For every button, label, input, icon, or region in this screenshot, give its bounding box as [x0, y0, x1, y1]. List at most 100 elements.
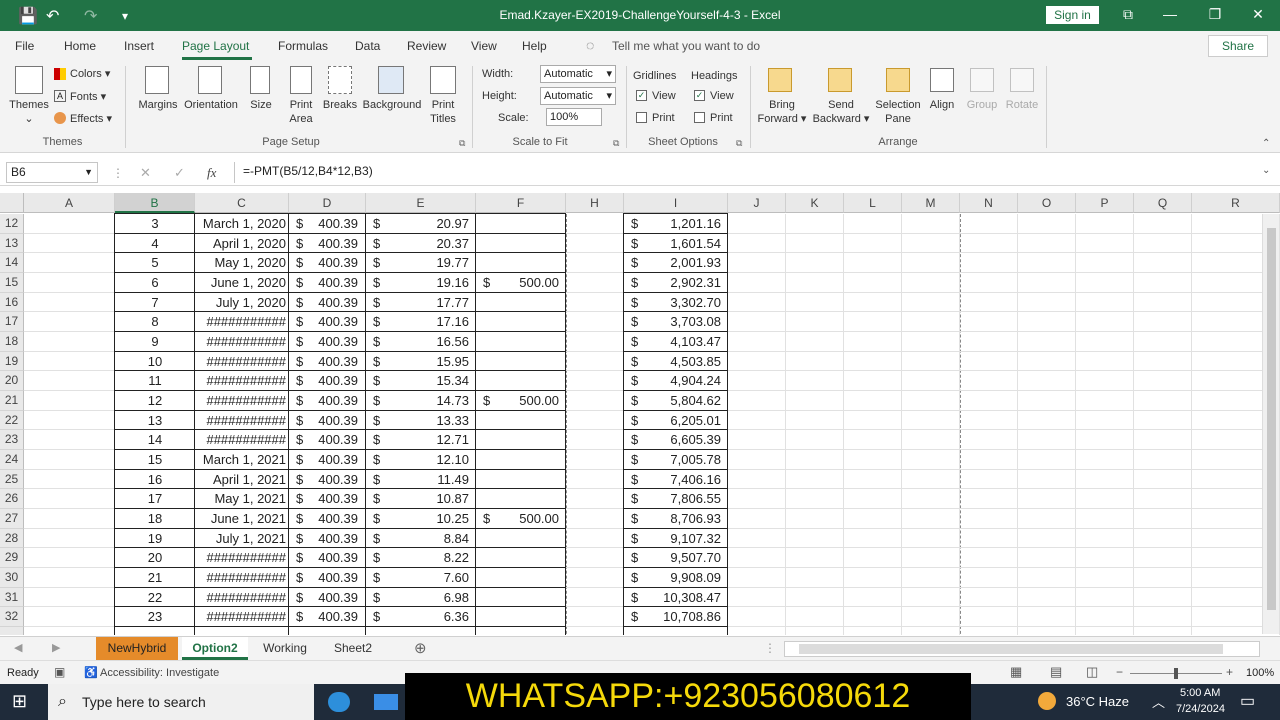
cumulative-total-cell[interactable]: 10,308.47: [631, 588, 721, 608]
zoom-in-icon[interactable]: +: [1226, 665, 1233, 679]
row-header[interactable]: 23: [0, 430, 24, 450]
edge-icon[interactable]: [328, 692, 350, 712]
row-header[interactable]: 21: [0, 390, 24, 411]
interest-cell[interactable]: 7.60: [373, 568, 469, 588]
interest-cell[interactable]: 14.73: [373, 391, 469, 411]
bring-forward-button[interactable]: Bring Forward ▾: [756, 98, 808, 126]
payment-date-cell[interactable]: March 1, 2021: [195, 450, 286, 470]
interest-cell[interactable]: 6.98: [373, 588, 469, 608]
payment-amount-cell[interactable]: 400.39: [296, 489, 358, 509]
insert-function-icon[interactable]: fx: [207, 165, 216, 181]
row-header[interactable]: 17: [0, 312, 24, 332]
maximize-icon[interactable]: ❐: [1205, 6, 1225, 23]
collapse-ribbon-icon[interactable]: ⌃: [1262, 138, 1270, 149]
row-header[interactable]: 15: [0, 272, 24, 293]
horizontal-scrollbar[interactable]: [784, 641, 1260, 657]
gridlines-print-checkbox[interactable]: [636, 112, 647, 123]
cumulative-total-cell[interactable]: 4,103.47: [631, 332, 721, 352]
column-header-b[interactable]: B: [115, 193, 195, 213]
payment-amount-cell[interactable]: 400.39: [296, 214, 358, 234]
tell-me-search[interactable]: Tell me what you want to do: [612, 39, 760, 53]
interest-cell[interactable]: 17.77: [373, 293, 469, 313]
select-all-corner[interactable]: [0, 193, 24, 213]
orientation-button[interactable]: Orientation: [182, 98, 240, 112]
clock-time[interactable]: 5:00 AM: [1180, 687, 1220, 699]
payment-amount-cell[interactable]: 400.39: [296, 312, 358, 332]
payment-amount-cell[interactable]: 400.39: [296, 430, 358, 450]
dialog-launcher-icon[interactable]: ⧉: [613, 138, 619, 149]
ribbon-display-options-icon[interactable]: ⧉: [1118, 6, 1138, 23]
payment-date-cell[interactable]: ###########: [195, 588, 286, 608]
payment-date-cell[interactable]: ###########: [195, 352, 286, 372]
interest-cell[interactable]: 12.71: [373, 430, 469, 450]
cumulative-total-cell[interactable]: 9,107.32: [631, 529, 721, 549]
payment-amount-cell[interactable]: 400.39: [296, 371, 358, 391]
payment-amount-cell[interactable]: 400.39: [296, 411, 358, 431]
new-sheet-icon[interactable]: ⊕: [414, 639, 427, 657]
column-header-m[interactable]: M: [902, 193, 960, 213]
interest-cell[interactable]: 15.95: [373, 352, 469, 372]
interest-cell[interactable]: 6.36: [373, 607, 469, 627]
fonts-button[interactable]: Fonts ▾: [70, 90, 106, 104]
gridlines-view-checkbox[interactable]: ✓: [636, 90, 647, 101]
cumulative-total-cell[interactable]: 9,908.09: [631, 568, 721, 588]
tab-data[interactable]: Data: [355, 39, 380, 53]
cumulative-total-cell[interactable]: 7,406.16: [631, 470, 721, 490]
row-header[interactable]: 18: [0, 331, 24, 352]
cumulative-total-cell[interactable]: 1,601.54: [631, 234, 721, 254]
payment-date-cell[interactable]: ###########: [195, 568, 286, 588]
payment-date-cell[interactable]: ###########: [195, 371, 286, 391]
normal-view-icon[interactable]: ▦: [1010, 664, 1022, 680]
payment-date-cell[interactable]: ###########: [195, 411, 286, 431]
column-header-p[interactable]: P: [1076, 193, 1134, 213]
height-dropdown[interactable]: Automatic ▾: [540, 87, 616, 105]
column-header-c[interactable]: C: [195, 193, 289, 213]
payment-date-cell[interactable]: June 1, 2020: [195, 273, 286, 293]
row-header[interactable]: 25: [0, 469, 24, 490]
row-header[interactable]: 28: [0, 528, 24, 549]
payment-amount-cell[interactable]: 400.39: [296, 332, 358, 352]
payment-number-cell[interactable]: 11: [115, 371, 195, 391]
print-area-button[interactable]: Print Area: [285, 98, 317, 126]
breaks-button[interactable]: Breaks: [322, 98, 358, 112]
interest-cell[interactable]: 16.56: [373, 332, 469, 352]
tab-splitter-icon[interactable]: ⋮: [764, 641, 776, 655]
share-button[interactable]: Share: [1208, 35, 1268, 57]
background-button[interactable]: Background: [360, 98, 424, 112]
column-header-l[interactable]: L: [844, 193, 902, 213]
accessibility-status[interactable]: Accessibility: Investigate: [100, 667, 219, 679]
formula-input[interactable]: =-PMT(B5/12,B4*12,B3): [234, 162, 1274, 183]
payment-number-cell[interactable]: 14: [115, 430, 195, 450]
payment-number-cell[interactable]: 7: [115, 293, 195, 313]
payment-amount-cell[interactable]: 400.39: [296, 293, 358, 313]
dialog-launcher-icon[interactable]: ⧉: [459, 138, 465, 149]
payment-number-cell[interactable]: 17: [115, 489, 195, 509]
row-header[interactable]: 14: [0, 253, 24, 273]
payment-amount-cell[interactable]: 400.39: [296, 607, 358, 627]
sheet-tab-sheet2[interactable]: Sheet2: [322, 637, 384, 660]
close-icon[interactable]: ✕: [1248, 6, 1268, 23]
payment-number-cell[interactable]: 9: [115, 332, 195, 352]
cumulative-total-cell[interactable]: 7,806.55: [631, 489, 721, 509]
themes-button[interactable]: Themes: [6, 98, 52, 112]
row-header[interactable]: 27: [0, 508, 24, 529]
tab-help[interactable]: Help: [522, 39, 547, 53]
selection-pane-button[interactable]: Selection Pane: [872, 98, 924, 126]
column-header-d[interactable]: D: [289, 193, 366, 213]
tab-review[interactable]: Review: [407, 39, 446, 53]
cumulative-total-cell[interactable]: 7,005.78: [631, 450, 721, 470]
payment-date-cell[interactable]: ###########: [195, 430, 286, 450]
cancel-icon[interactable]: ✕: [140, 165, 151, 181]
margins-button[interactable]: Margins: [134, 98, 182, 112]
zoom-out-icon[interactable]: −: [1116, 665, 1123, 679]
print-titles-button[interactable]: Print Titles: [426, 98, 460, 126]
scrollbar-thumb[interactable]: [799, 644, 1223, 654]
row-header[interactable]: 30: [0, 567, 24, 588]
payment-amount-cell[interactable]: 400.39: [296, 450, 358, 470]
headings-view-checkbox[interactable]: ✓: [694, 90, 705, 101]
column-header-f[interactable]: F: [476, 193, 566, 213]
extra-payment-cell[interactable]: 500.00: [483, 273, 559, 293]
effects-button[interactable]: Effects ▾: [70, 112, 112, 126]
column-header-o[interactable]: O: [1018, 193, 1076, 213]
row-header[interactable]: 13: [0, 233, 24, 254]
